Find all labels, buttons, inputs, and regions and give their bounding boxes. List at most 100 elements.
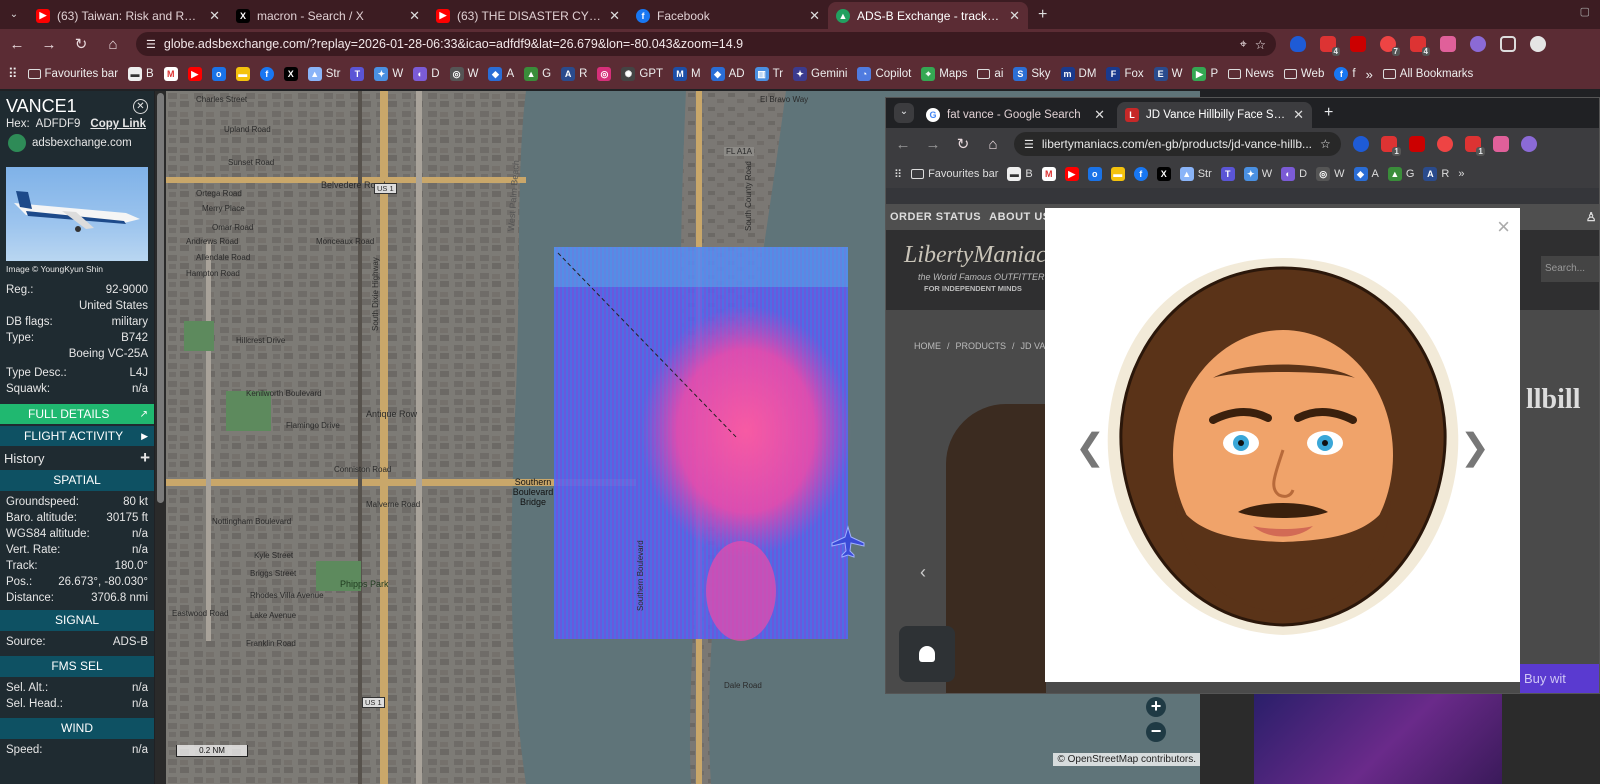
bookmark-folder-all[interactable]: All Bookmarks [1382,68,1473,80]
bookmark[interactable]: ✺ GPT [621,67,663,81]
extension-icon[interactable]: 4 [1320,36,1340,56]
x-icon[interactable]: X [1156,167,1171,181]
bookmark[interactable]: m DM [1060,67,1096,81]
bookmark[interactable]: ▬ B [1007,167,1033,181]
home-icon[interactable]: ⌂ [104,36,122,53]
bookmark[interactable]: ◆ A [488,67,514,81]
zoom-in-button[interactable]: + [1146,697,1166,717]
bookmark-icon[interactable]: T [1220,167,1235,181]
new-tab-icon[interactable]: + [1038,6,1047,24]
outlook-icon[interactable]: o [1087,167,1102,181]
bookmark[interactable]: ▶ P [1192,67,1218,81]
bookmark[interactable]: X [283,67,298,81]
tab-disaster-cycle[interactable]: ▶ (63) THE DISASTER CYCLE - Full ✕ [428,2,628,29]
close-tab-icon[interactable]: ✕ [409,8,420,24]
close-tab-icon[interactable]: ✕ [1009,8,1020,24]
carousel-prev-icon[interactable]: ‹ [920,562,926,583]
extension-icon[interactable] [1492,136,1509,152]
video-thumbnail[interactable] [1254,694,1502,784]
expand-plus-icon[interactable]: + [140,448,150,468]
tab-adsb-exchange[interactable]: ▲ ADS-B Exchange - track aircraft ✕ [828,2,1028,29]
tab-libertymaniacs[interactable]: L JD Vance Hillbilly Face Sticker - ✕ [1117,102,1312,128]
breadcrumb-products[interactable]: PRODUCTS [956,341,1007,351]
wind-section-header[interactable]: WIND [0,718,154,739]
tab-facebook[interactable]: f Facebook ✕ [628,2,828,29]
close-tab-icon[interactable]: ✕ [1293,107,1304,123]
youtube-icon[interactable]: ▶ [1064,167,1079,181]
bookmark[interactable]: ▲ Str [1179,167,1212,181]
extension-icon[interactable]: 1 [1380,136,1401,156]
bookmark[interactable]: ◔ Copilot [857,67,911,81]
bookmark-icon[interactable]: ▬ [1110,167,1125,181]
history-header[interactable]: History + [0,446,154,470]
site-search-input[interactable]: Search... [1541,256,1599,282]
order-status-link[interactable]: ORDER STATUS [890,211,981,223]
signal-section-header[interactable]: SIGNAL [0,610,154,631]
reload-icon[interactable]: ↻ [954,135,972,153]
more-bookmarks-button[interactable]: » [1366,67,1373,82]
bookmark[interactable]: F Fox [1106,67,1144,81]
bookmark[interactable]: S Sky [1013,67,1051,81]
avatar[interactable] [1530,36,1546,52]
minimize-icon[interactable]: ▢ [1580,5,1590,18]
bookmark-star-icon[interactable]: ☆ [1255,37,1266,52]
bookmark-folder-favourites[interactable]: Favourites bar [27,68,118,80]
close-tab-icon[interactable]: ✕ [1094,107,1105,123]
back-icon[interactable]: ← [8,36,26,53]
bookmark[interactable]: ▲ G [524,67,551,81]
facebook-icon[interactable]: f [1133,167,1148,181]
extension-icon[interactable]: 4 [1410,36,1430,56]
tab-search-chevron-icon[interactable]: ⌄ [0,9,28,20]
breadcrumb-home[interactable]: HOME [914,341,941,351]
forward-icon[interactable]: → [924,136,942,153]
bookmark[interactable]: MM [673,67,701,81]
address-bar[interactable]: ☰ globe.adsbexchange.com/?replay=2026-01… [136,32,1276,56]
bookmark[interactable]: f [259,67,274,81]
bookmark[interactable]: AR [1423,167,1449,181]
apps-icon[interactable]: ⠿ [894,168,902,181]
account-icon[interactable]: ♙ [1586,210,1597,224]
copy-link-button[interactable]: Copy Link [90,118,146,130]
bookmark[interactable]: ▲ Str [307,67,340,81]
modal-close-button[interactable]: × [1497,214,1510,240]
close-panel-icon[interactable]: ✕ [133,99,148,114]
flight-activity-button[interactable]: FLIGHT ACTIVITY ▶ [0,426,154,446]
bookmark[interactable]: ◎ W [1316,167,1345,181]
bookmark-folder[interactable]: ai [977,68,1003,80]
extension-icon[interactable] [1470,36,1486,52]
bookmark[interactable]: ◐ D [1281,167,1307,181]
zoom-out-button[interactable]: − [1146,722,1166,742]
bookmark[interactable]: ▬ [235,67,250,81]
bookmark[interactable]: ✦ W [374,67,403,81]
popup-address-bar[interactable]: ☰ libertymaniacs.com/en-gb/products/jd-v… [1014,132,1341,156]
extension-icon[interactable] [1440,36,1456,52]
bookmark[interactable]: ▥ Tr [754,67,783,81]
gmail-icon[interactable]: M [1041,167,1056,181]
fms-section-header[interactable]: FMS SEL [0,656,154,677]
home-icon[interactable]: ⌂ [984,136,1002,153]
bookmark-folder-favourites[interactable]: Favourites bar [911,168,998,180]
bookmark[interactable]: T [350,67,365,81]
more-bookmarks-button[interactable]: » [1458,168,1464,180]
tab-google-search[interactable]: Gfat vance - Google Search ✕ [918,102,1113,128]
chat-launcher-button[interactable] [899,626,955,682]
bookmark[interactable]: o [211,67,226,81]
tab-x-search[interactable]: Xmacron - Search / X ✕ [228,2,428,29]
buy-with-button[interactable]: Buy wit [1520,664,1599,693]
new-tab-icon[interactable]: + [1324,104,1333,122]
bookmark[interactable]: ✦ W [1243,167,1272,181]
youtube-extension-icon[interactable] [1350,36,1366,52]
reload-icon[interactable]: ↻ [72,35,90,53]
map-attribution[interactable]: © OpenStreetMap contributors. [1053,753,1200,766]
youtube-extension-icon[interactable] [1408,136,1425,152]
bookmark[interactable]: M [163,67,178,81]
bookmark[interactable]: ▬ B [128,67,154,81]
extension-icon[interactable]: 7 [1380,36,1400,56]
close-tab-icon[interactable]: ✕ [209,8,220,24]
extension-icon[interactable]: 1 [1464,136,1485,156]
shield-extension-icon[interactable] [1352,136,1369,152]
bookmark[interactable]: ff [1334,67,1356,81]
bookmark[interactable]: ◐ D [413,67,440,81]
bookmark[interactable]: AR [561,67,587,81]
bookmark[interactable]: ◎ [597,67,612,81]
